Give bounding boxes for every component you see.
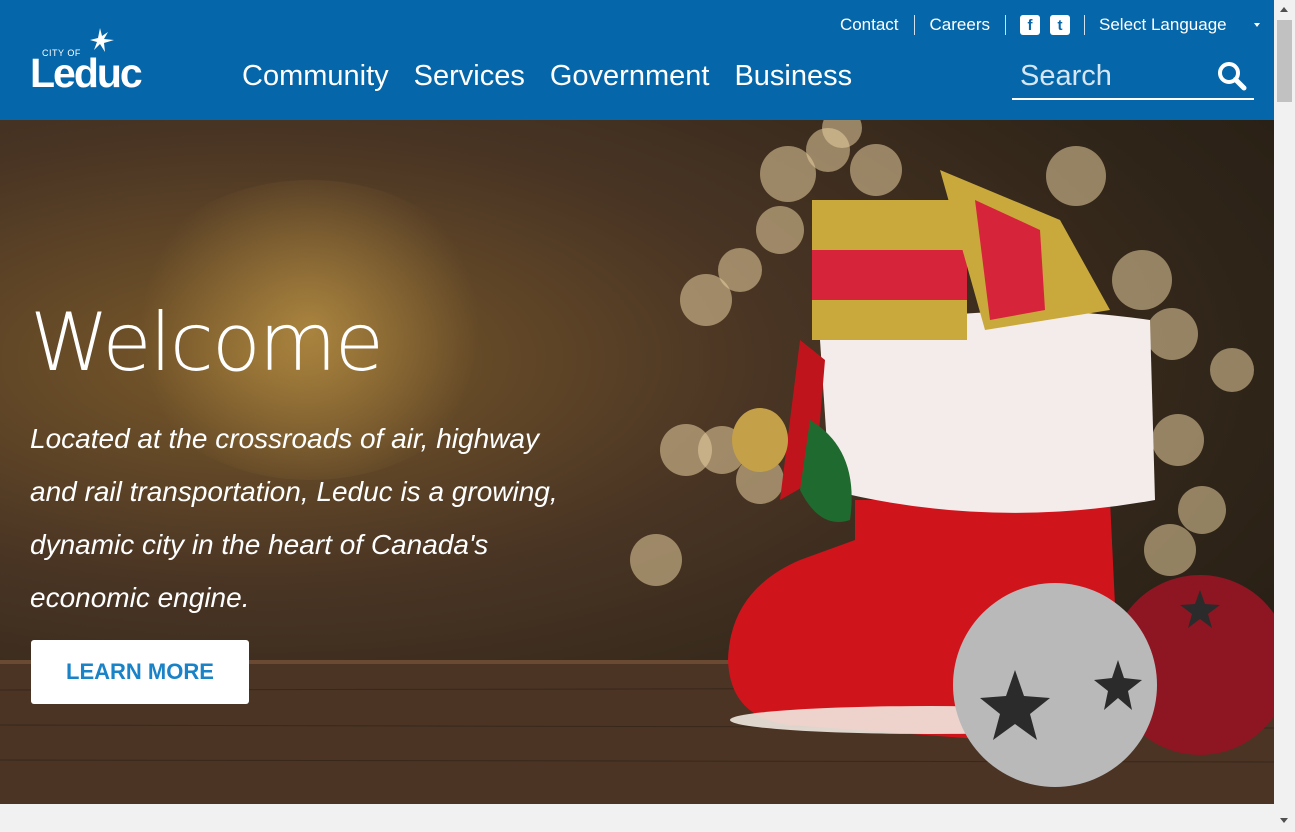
search-input[interactable] [1020,58,1210,94]
facebook-icon[interactable]: f [1020,15,1040,35]
hero-tagline: Located at the crossroads of air, highwa… [30,423,558,613]
utility-nav: Contact Careers f t Select Language [825,12,1260,38]
site-header: CITY OF Leduc Contact Careers f t Select… [0,0,1274,120]
hero-banner: Welcome Located at the crossroads of air… [0,120,1274,804]
contact-link[interactable]: Contact [825,15,915,35]
nav-services[interactable]: Services [414,56,525,96]
hero-title: Welcome [30,296,384,389]
careers-link[interactable]: Careers [915,15,1006,35]
social-links: f t [1006,15,1085,35]
chevron-down-icon [1254,23,1260,27]
language-select-label: Select Language [1099,15,1227,34]
main-nav: Community Services Government Business [242,56,852,96]
nav-business[interactable]: Business [734,56,852,96]
page-scrollbar[interactable] [1274,0,1295,832]
scroll-up-icon[interactable] [1280,7,1288,12]
search-icon[interactable] [1216,60,1248,92]
search-box [1012,52,1254,100]
scrollbar-thumb[interactable] [1277,20,1292,102]
city-logo[interactable]: CITY OF Leduc [30,28,150,96]
nav-community[interactable]: Community [242,56,389,96]
content-strip [0,804,1274,832]
twitter-icon[interactable]: t [1050,15,1070,35]
nav-government[interactable]: Government [550,56,710,96]
logo-name-text: Leduc [30,50,143,96]
scroll-down-icon[interactable] [1280,818,1288,823]
language-select[interactable]: Select Language [1085,15,1260,35]
learn-more-button[interactable]: LEARN MORE [31,640,249,704]
